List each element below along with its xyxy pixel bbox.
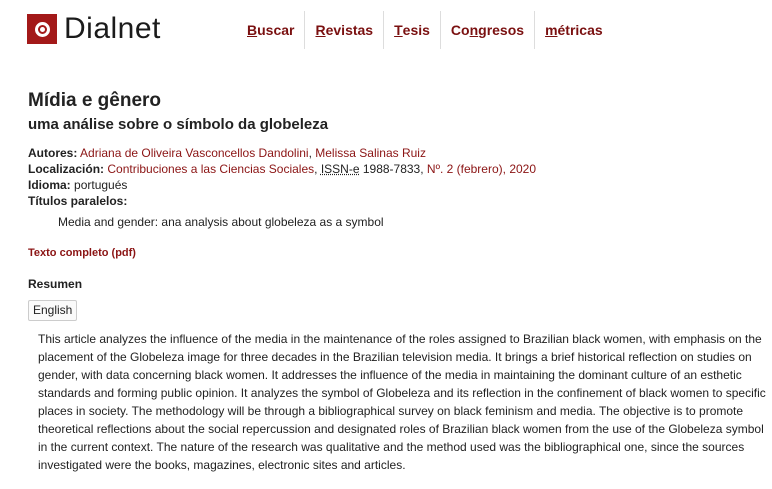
- language-value: portugués: [74, 178, 128, 192]
- parallel-titles-label: Títulos paralelos:: [28, 194, 128, 208]
- parallel-title: Media and gender: ana analysis about glo…: [58, 215, 384, 229]
- author-link[interactable]: Melissa Salinas Ruiz: [315, 146, 426, 160]
- abstract-text: This article analyzes the influence of t…: [38, 332, 766, 472]
- language-label: Idioma:: [28, 178, 71, 192]
- article-metadata: Autores: Adriana de Oliveira Vasconcello…: [28, 145, 536, 209]
- location-label: Localización:: [28, 162, 105, 176]
- nav-revistas[interactable]: Revistas: [304, 11, 383, 49]
- parallel-titles-row: Títulos paralelos:: [28, 193, 536, 209]
- article-title: Mídia e gênero: [28, 90, 162, 111]
- main-nav: Buscar Revistas Tesis Co n gresos m étricas: [237, 11, 613, 49]
- abstract-language-button[interactable]: English: [28, 300, 78, 321]
- fulltext-pdf-link[interactable]: Texto completo (pdf): [28, 247, 136, 259]
- issn-label: ISSN-e: [320, 162, 360, 176]
- location-row: Localización: Contribuciones a las Cienc…: [28, 162, 537, 176]
- site-header: Dialnet Buscar Revistas Tesis Co n gresos …: [0, 0, 772, 62]
- nav-congresos[interactable]: Co n gresos: [439, 11, 534, 49]
- nav-buscar[interactable]: Buscar: [237, 11, 304, 49]
- dialnet-logo-icon: [27, 14, 57, 44]
- dialnet-logo[interactable]: Dialnet: [27, 14, 161, 44]
- issue-link[interactable]: Nº. 2 (febrero), 2020: [427, 162, 536, 176]
- issn-value: 1988-7833: [362, 162, 421, 176]
- authors-row: Autores: Adriana de Oliveira Vasconcello…: [28, 146, 426, 160]
- author-link[interactable]: Adriana de Oliveira Vasconcellos Dandoli…: [80, 146, 309, 160]
- article-subtitle: uma análise sobre o símbolo da globeleza: [28, 116, 329, 133]
- nav-tesis[interactable]: Tesis: [383, 11, 440, 49]
- nav-metricas[interactable]: m étricas: [534, 11, 613, 49]
- dialnet-logo-text: Dialnet: [64, 12, 161, 45]
- journal-link[interactable]: Contribuciones a las Ciencias Sociales: [107, 162, 314, 176]
- authors-label: Autores:: [28, 146, 78, 160]
- abstract-heading: Resumen: [28, 277, 83, 291]
- language-row: Idioma: portugués: [28, 177, 536, 193]
